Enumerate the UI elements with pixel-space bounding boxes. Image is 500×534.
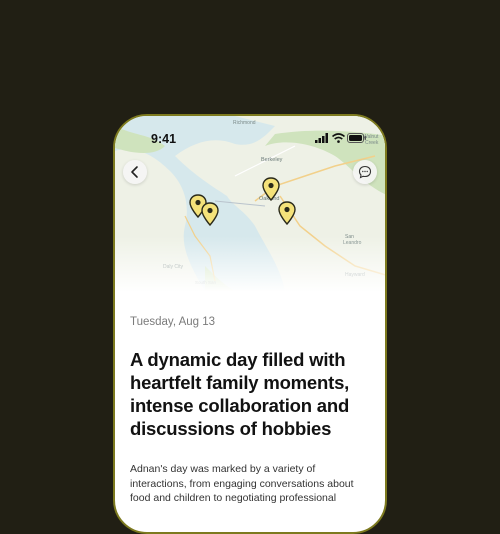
status-bar: 9:41 (115, 116, 385, 152)
back-button[interactable] (123, 160, 147, 184)
status-icons (315, 133, 366, 145)
chevron-left-icon (131, 166, 138, 178)
entry-headline: A dynamic day filled with heartfelt fami… (130, 349, 350, 439)
phone-frame: Richmond Walnut Creek Berkeley Oakland S… (113, 114, 387, 534)
status-time: 9:41 (151, 132, 177, 146)
map-fade (115, 236, 385, 292)
entry-date: Tuesday, Aug 13 (130, 316, 216, 328)
map-view[interactable]: Richmond Walnut Creek Berkeley Oakland S… (115, 116, 385, 292)
entry-summary: Adnan's day was marked by a variety of i… (130, 463, 354, 504)
map-pin[interactable] (262, 177, 280, 201)
chat-bubble-icon (358, 165, 372, 179)
chat-button[interactable] (353, 160, 377, 184)
entry-content: Tuesday, Aug 13 A dynamic day filled wit… (130, 316, 370, 506)
svg-text:Berkeley: Berkeley (261, 157, 283, 163)
map-pin[interactable] (278, 201, 296, 225)
map-pin[interactable] (201, 202, 219, 226)
